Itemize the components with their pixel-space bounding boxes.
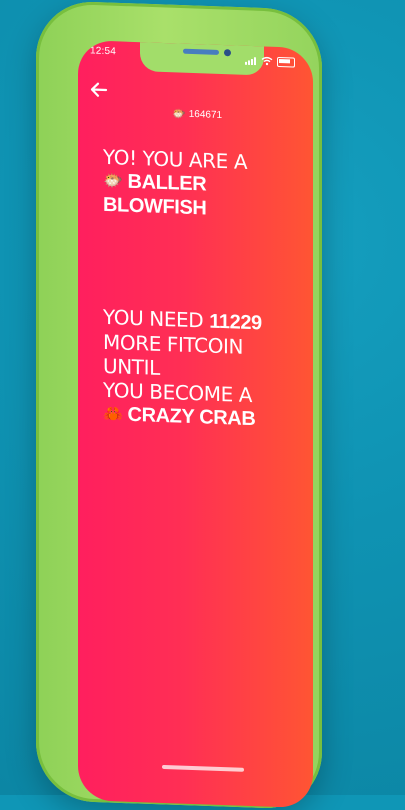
back-arrow-icon xyxy=(88,78,110,101)
coin-balance: 🐡 164671 xyxy=(172,107,222,122)
current-rank-name-line1: BALLER xyxy=(128,170,207,197)
blowfish-icon: 🐡 xyxy=(172,107,186,120)
signal-icon xyxy=(245,52,257,70)
need-prefix: YOU NEED xyxy=(103,305,203,333)
crab-icon: 🦀 xyxy=(103,402,123,427)
status-time: 12:54 xyxy=(90,45,116,57)
wifi-icon xyxy=(261,52,273,70)
status-icons xyxy=(245,52,295,72)
home-indicator[interactable] xyxy=(162,765,244,772)
coin-balance-value: 164671 xyxy=(189,109,222,121)
need-amount: 11229 xyxy=(209,311,262,335)
speaker-grille xyxy=(183,49,219,55)
rank-message: YO! YOU ARE A 🐡 BALLER BLOWFISH YOU NEED… xyxy=(103,145,293,433)
blowfish-icon: 🐡 xyxy=(103,169,123,194)
front-camera xyxy=(224,49,231,56)
next-rank-name: CRAZY CRAB xyxy=(128,403,256,431)
back-arrow-button[interactable] xyxy=(88,78,112,103)
phone-screen: 12:54 🐡 164671 YO! YOU ARE A xyxy=(78,40,313,808)
battery-icon xyxy=(277,57,295,68)
